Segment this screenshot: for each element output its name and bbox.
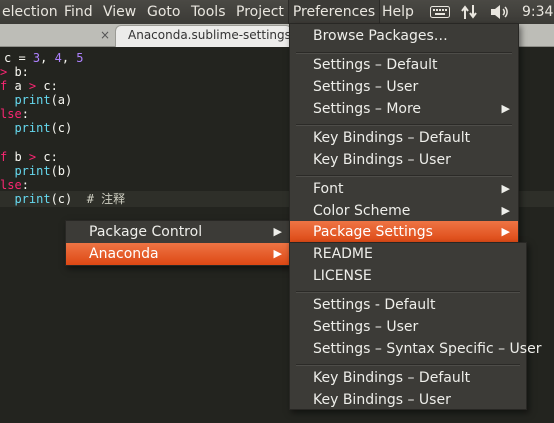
code-line: lse: xyxy=(0,178,29,192)
menu-view[interactable]: View xyxy=(101,0,138,24)
submenu-arrow-icon: ▶ xyxy=(273,247,282,260)
code-line: f b > c: xyxy=(0,150,58,164)
menu-item-settings-more[interactable]: Settings – More ▶ xyxy=(290,98,518,120)
item-label: Settings – More xyxy=(313,101,422,117)
menu-item-font[interactable]: Font ▶ xyxy=(290,178,518,200)
menu-item-anaconda-settings-syntax-specific[interactable]: Settings – Syntax Specific – User xyxy=(290,338,541,360)
menu-item-key-bindings-default[interactable]: Key Bindings – Default xyxy=(290,127,518,149)
menu-separator xyxy=(296,364,520,366)
preferences-dropdown: Browse Packages… Settings – Default Sett… xyxy=(289,23,519,244)
menu-project[interactable]: Project xyxy=(234,0,286,24)
menu-item-anaconda-key-bindings-user[interactable]: Key Bindings – User xyxy=(290,389,526,409)
code-line: print(b) xyxy=(14,164,73,178)
tab-anaconda-settings[interactable]: Anaconda.sublime-settings xyxy=(115,25,292,47)
code-line: c = 3, 4, 5 xyxy=(4,51,84,65)
close-icon[interactable]: × xyxy=(98,24,112,46)
item-label: Anaconda xyxy=(89,246,159,262)
submenu-arrow-icon: ▶ xyxy=(501,102,510,115)
menu-item-key-bindings-user[interactable]: Key Bindings – User xyxy=(290,149,518,171)
menu-item-browse-packages[interactable]: Browse Packages… xyxy=(290,25,518,47)
menu-item-readme[interactable]: README xyxy=(290,243,526,265)
menu-item-color-scheme[interactable]: Color Scheme ▶ xyxy=(290,200,518,222)
menu-preferences[interactable]: Preferences xyxy=(288,0,380,25)
menu-item-package-settings[interactable]: Package Settings ▶ xyxy=(290,221,518,243)
tab-label: Anaconda.sublime-settings xyxy=(128,28,291,42)
menu-separator xyxy=(296,291,520,293)
clock[interactable]: 9:34 xyxy=(522,0,554,24)
code-line: > b: xyxy=(0,65,29,79)
package-settings-submenu: Package Control ▶ Anaconda ▶ xyxy=(65,220,291,266)
anaconda-submenu: README LICENSE Settings - Default Settin… xyxy=(289,242,541,410)
item-label: Color Scheme xyxy=(313,203,411,219)
menu-goto[interactable]: Goto xyxy=(145,0,182,24)
menu-item-anaconda-settings-user[interactable]: Settings – User xyxy=(290,316,526,338)
menu-separator xyxy=(296,175,512,177)
code-line: print(c) # 注释 xyxy=(14,192,126,206)
menu-selection[interactable]: election xyxy=(0,0,60,24)
menu-item-settings-user[interactable]: Settings – User xyxy=(290,76,518,98)
submenu-arrow-icon: ▶ xyxy=(501,204,510,217)
code-line: f a > c: xyxy=(0,79,58,93)
menu-item-anaconda[interactable]: Anaconda ▶ xyxy=(66,243,290,265)
menu-item-anaconda-settings-default[interactable]: Settings - Default xyxy=(290,294,526,316)
item-label: Package Control xyxy=(89,224,203,240)
code-line: lse: xyxy=(0,107,29,121)
menu-find[interactable]: Find xyxy=(62,0,95,24)
network-arrows-icon[interactable] xyxy=(458,0,480,24)
item-label: Font xyxy=(313,181,344,197)
menu-item-anaconda-key-bindings-default[interactable]: Key Bindings – Default xyxy=(290,367,526,389)
menu-item-settings-default[interactable]: Settings – Default xyxy=(290,54,518,76)
menu-tools[interactable]: Tools xyxy=(189,0,228,24)
submenu-arrow-icon: ▶ xyxy=(501,225,510,238)
menu-item-license[interactable]: LICENSE xyxy=(290,265,526,287)
keyboard-icon[interactable] xyxy=(428,0,452,24)
code-line: print(c) xyxy=(14,121,73,135)
volume-icon[interactable] xyxy=(488,0,512,24)
menu-separator xyxy=(296,124,512,126)
menu-help[interactable]: Help xyxy=(380,0,416,24)
menu-item-package-control[interactable]: Package Control ▶ xyxy=(66,221,290,243)
submenu-arrow-icon: ▶ xyxy=(501,182,510,195)
top-menubar: election Find View Goto Tools Project Pr… xyxy=(0,0,554,25)
code-line: print(a) xyxy=(14,93,73,107)
submenu-arrow-icon: ▶ xyxy=(273,225,282,238)
item-label: Package Settings xyxy=(313,224,433,240)
